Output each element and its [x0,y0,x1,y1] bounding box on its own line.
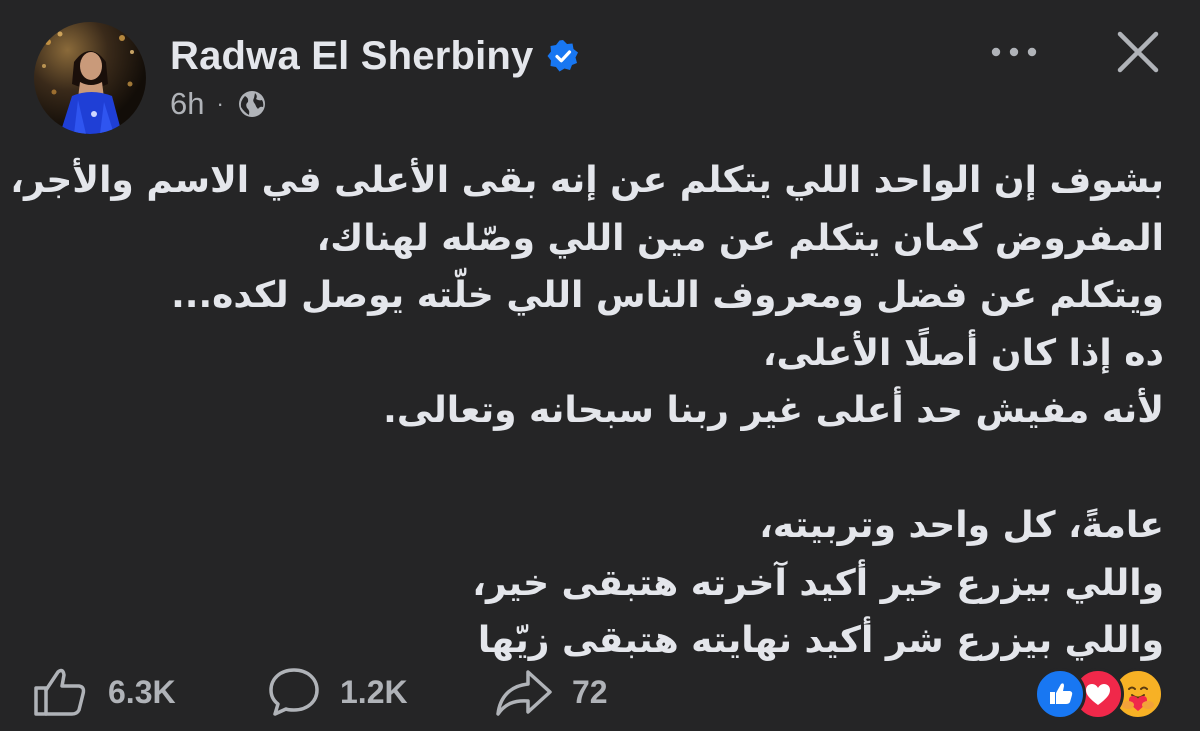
post-text-line: عامةً، كل واحد وتربيته، [759,505,1164,546]
comment-icon [269,668,319,716]
more-dots-icon [991,47,1037,57]
share-icon [496,670,552,716]
author-name[interactable]: Radwa El Sherbiny [170,34,534,79]
post-text-line: واللي بيزرع شر أكيد نهايته هتبقى زيّها [477,620,1164,661]
author-avatar[interactable] [34,22,146,134]
share-count: 72 [572,673,608,710]
facebook-post: Radwa El Sherbiny 6h · بشوف إن الواحد ال… [0,0,1200,731]
post-text-line: واللي بيزرع خير أكيد آخرته هتبقى خير، [472,562,1164,604]
like-button[interactable]: 6.3K [30,664,230,720]
post-text-line: بشوف إن الواحد اللي يتكلم عن إنه بقى الأ… [10,160,1164,201]
post-text-line: المفروض كمان يتكلم عن مين اللي وصّله لهن… [316,217,1164,259]
meta-separator: · [216,91,224,116]
post-text-blank-line [34,440,1164,498]
like-count: 6.3K [108,673,176,710]
globe-icon[interactable] [236,88,268,120]
more-options-button[interactable] [984,30,1044,74]
post-actions: 6.3K 1.2K 72 [30,664,608,720]
post-text: بشوف إن الواحد اللي يتكلم عن إنه بقى الأ… [10,152,1164,670]
reactions-summary[interactable] [1034,664,1174,720]
post-text-line: لأنه مفيش حد أعلى غير ربنا سبحانه وتعالى… [383,390,1164,431]
post-text-line: ده إذا كان أصلًا الأعلى، [762,332,1164,374]
comment-button[interactable]: 1.2K [266,664,492,720]
close-icon [1117,31,1159,73]
share-button[interactable]: 72 [494,664,608,720]
like-reaction-icon [1034,668,1086,720]
like-icon [34,668,86,716]
comment-count: 1.2K [340,673,408,710]
close-button[interactable] [1110,24,1166,80]
avatar-photo [40,31,134,134]
post-text-line: ويتكلم عن فضل ومعروف الناس اللي خلّته يو… [171,275,1164,316]
author-row: Radwa El Sherbiny [170,30,580,82]
post-timestamp[interactable]: 6h [170,86,204,122]
post-meta: 6h · [170,82,268,126]
verified-badge-icon [546,39,580,73]
